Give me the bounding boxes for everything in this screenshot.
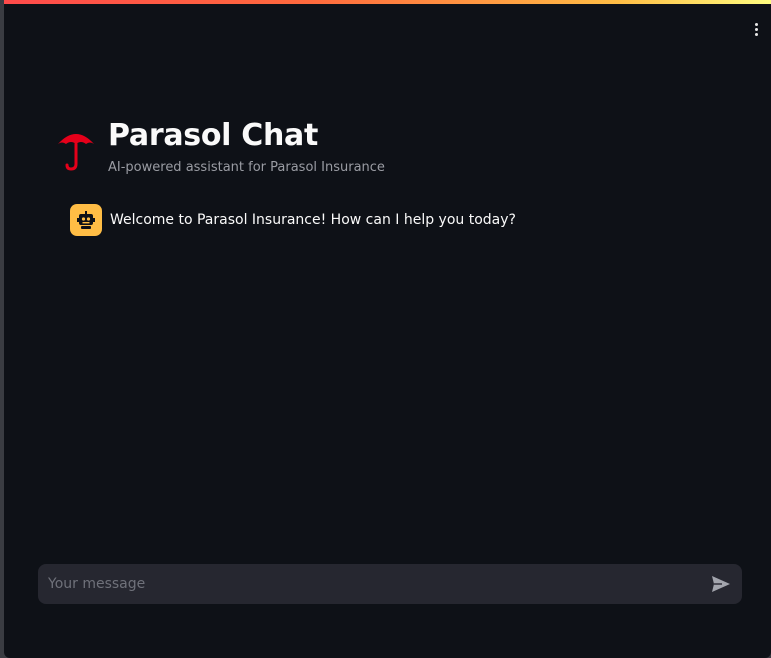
umbrella-icon <box>58 134 94 171</box>
send-icon <box>712 576 730 592</box>
chat-message-assistant: Welcome to Parasol Insurance! How can I … <box>70 204 516 236</box>
chat-message-text: Welcome to Parasol Insurance! How can I … <box>110 212 516 228</box>
page-header: Parasol Chat AI-powered assistant for Pa… <box>56 118 385 175</box>
top-decoration-bar <box>4 0 771 4</box>
send-button[interactable] <box>704 567 738 601</box>
page-subtitle: AI-powered assistant for Parasol Insuran… <box>108 160 385 175</box>
app-window: Parasol Chat AI-powered assistant for Pa… <box>4 0 771 658</box>
kebab-menu-icon-dot <box>754 27 758 31</box>
kebab-menu-icon-dot <box>754 32 758 36</box>
main-menu-button[interactable] <box>747 20 765 38</box>
kebab-menu-icon <box>754 22 758 26</box>
robot-icon <box>70 204 102 236</box>
title-block: Parasol Chat AI-powered assistant for Pa… <box>108 118 385 175</box>
chat-input-bar <box>38 564 742 604</box>
page-title: Parasol Chat <box>108 118 319 153</box>
robot-icon-glyph <box>77 211 95 229</box>
message-input[interactable] <box>38 576 704 592</box>
